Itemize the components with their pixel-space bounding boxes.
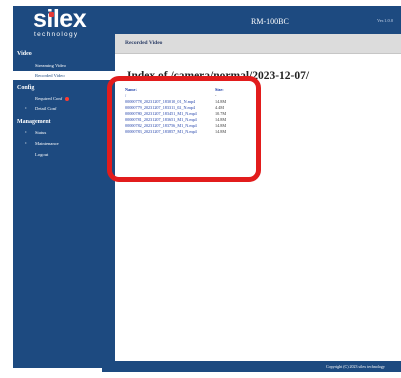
required-conf-text: Required Conf <box>35 96 63 101</box>
device-model: RM-100BC <box>251 17 289 26</box>
main-content: Recorded Video Index of /camera/normal/2… <box>115 34 401 361</box>
column-name-header[interactable]: Name↓ <box>125 87 138 93</box>
sidebar-item-detail-conf[interactable]: › Detail Conf <box>13 104 115 113</box>
copyright-text: Copyright (C) 2023 silex technology <box>326 364 385 369</box>
sidebar-item-label: Logout <box>35 152 49 157</box>
logo-dot-icon <box>49 12 54 17</box>
alert-dot-icon <box>65 96 70 101</box>
breadcrumb-bar: Recorded Video <box>115 34 401 54</box>
sidebar-item-label: Status <box>35 130 47 135</box>
sidebar: Video Streaming Video Recorded Video Con… <box>13 40 115 368</box>
chevron-right-icon: › <box>25 130 27 135</box>
sidebar-item-label: Recorded Video <box>35 73 65 78</box>
sidebar-item-streaming-video[interactable]: Streaming Video <box>13 61 115 70</box>
chevron-right-icon: › <box>25 106 27 111</box>
sidebar-item-label: Streaming Video <box>35 63 66 68</box>
sidebar-item-required-conf[interactable]: Required Conf <box>13 94 115 103</box>
footer-bar: Copyright (C) 2023 silex technology <box>102 362 401 372</box>
file-size: 14.8M <box>215 129 227 134</box>
sidebar-item-recorded-video[interactable]: Recorded Video <box>13 71 115 80</box>
section-title-management: Management <box>17 119 51 125</box>
logo-subtitle: technology <box>34 31 79 38</box>
breadcrumb: Recorded Video <box>125 40 163 46</box>
sidebar-item-maintenance[interactable]: › Maintenance <box>13 139 115 148</box>
sidebar-item-logout[interactable]: Logout <box>13 150 115 159</box>
section-title-video: Video <box>17 51 32 57</box>
sidebar-item-label: Detail Conf <box>35 106 57 111</box>
file-link[interactable]: 00000783_20231207_183857_M1_N.mp4 <box>125 129 197 135</box>
sidebar-item-label: Required Conf <box>35 94 70 103</box>
firmware-version: Ver.1.0.0 <box>377 18 394 23</box>
sidebar-item-label: Maintenance <box>35 141 59 146</box>
chevron-right-icon: › <box>25 141 27 146</box>
page-title: Index of /camera/normal/2023-12-07/ <box>127 70 310 82</box>
section-title-config: Config <box>17 85 35 91</box>
sidebar-item-status[interactable]: › Status <box>13 128 115 137</box>
logo-wordmark: silex <box>33 5 87 33</box>
silex-logo[interactable]: silex technology <box>33 5 105 38</box>
